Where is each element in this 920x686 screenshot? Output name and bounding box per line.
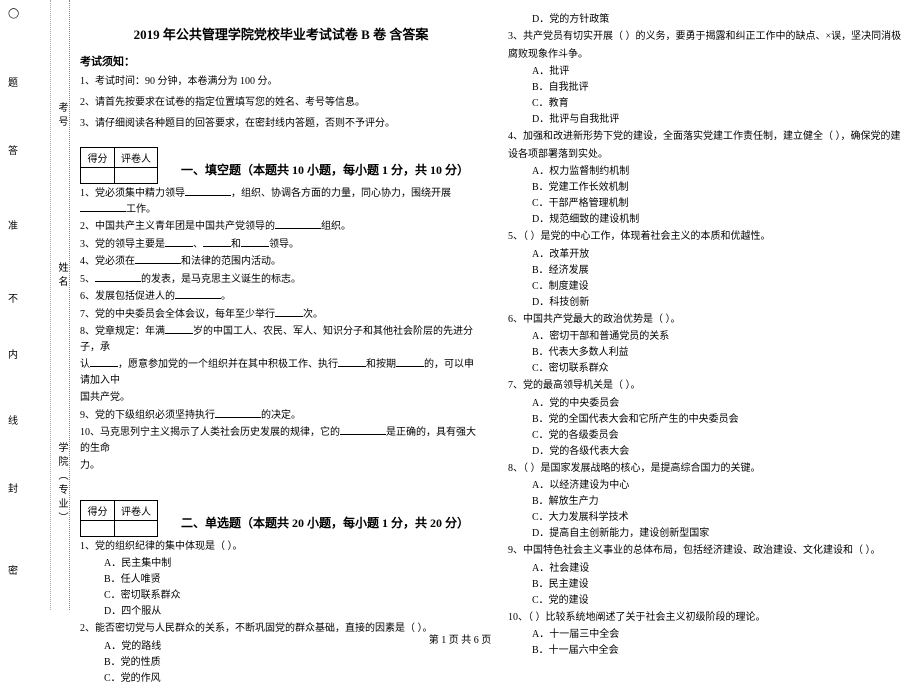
notice-list: 1、考试时间：90 分钟，本卷满分为 100 分。 2、请首先按要求在试卷的指定… (80, 74, 482, 132)
opt: A．权力监督制约机制 (532, 164, 910, 179)
notice-item: 1、考试时间：90 分钟，本卷满分为 100 分。 (80, 74, 482, 90)
binding-field-name: 姓名 (54, 260, 69, 292)
score-cell[interactable] (81, 168, 115, 184)
score-cell[interactable] (81, 520, 115, 536)
opt: D．批评与自我批评 (532, 112, 910, 127)
q: 10、马克思列宁主义揭示了人类社会历史发展的规律，它的是正确的，具有强大的生命 (80, 425, 482, 456)
opt: A．民主集中制 (104, 556, 482, 571)
opt: D．党的各级代表大会 (532, 444, 910, 459)
binding-margin: ◯ 题 答 准 不 内 线 封 密 考号 姓名 学院（专业） (0, 0, 70, 610)
q: 5、的发表，是马克思主义诞生的标志。 (80, 272, 482, 288)
q: 9、中国特色社会主义事业的总体布局，包括经济建设、政治建设、文化建设和（ ）。 (508, 543, 910, 559)
marker-cell[interactable] (115, 168, 158, 184)
opt: A．批评 (532, 64, 910, 79)
opt: B．代表大多数人利益 (532, 345, 910, 360)
opt: C．制度建设 (532, 279, 910, 294)
opt: A．密切干部和普通党员的关系 (532, 329, 910, 344)
marker-cell[interactable] (115, 520, 158, 536)
binding-mark: 线 (8, 410, 18, 429)
q: 8、（ ）是国家发展战略的核心，是提高综合国力的关键。 (508, 461, 910, 477)
opt: B．任人唯贤 (104, 572, 482, 587)
mcq-right: D．党的方针政策 3、共产党员有切实开展（ ）的义务，要勇于揭露和纠正工作中的缺… (508, 12, 910, 658)
q: 6、发展包括促进人的。 (80, 289, 482, 305)
score-label: 得分 (81, 500, 115, 520)
opt: C．党的作风 (104, 671, 482, 686)
section1-title: 一、填空题（本题共 10 小题，每小题 1 分，共 10 分） (168, 161, 482, 178)
page-body: 2019 年公共管理学院党校毕业考试试卷 B 卷 含答案 考试须知： 1、考试时… (80, 10, 910, 605)
marker-label: 评卷人 (115, 148, 158, 168)
opt: D．规范细致的建设机制 (532, 212, 910, 227)
opt: C．党的建设 (532, 593, 910, 608)
binding-mark: 密 (8, 560, 18, 579)
notice-heading: 考试须知： (80, 53, 482, 69)
q: 8、党章规定：年满岁的中国工人、农民、军人、知识分子和其他社会阶层的先进分子，承 (80, 324, 482, 355)
notice-item: 3、请仔细阅读各种题目的回答要求，在密封线内答题，否则不予评分。 (80, 116, 482, 132)
q: 6、中国共产党最大的政治优势是（ ）。 (508, 312, 910, 328)
binding-circle: ◯ (8, 6, 19, 21)
opt: C．教育 (532, 96, 910, 111)
opt: B．民主建设 (532, 577, 910, 592)
opt: D．提高自主创新能力，建设创新型国家 (532, 526, 910, 541)
opt: C．干部严格管理机制 (532, 196, 910, 211)
opt: B．党的全国代表大会和它所产生的中央委员会 (532, 412, 910, 427)
opt: C．密切联系群众 (532, 361, 910, 376)
exam-title: 2019 年公共管理学院党校毕业考试试卷 B 卷 含答案 (80, 24, 482, 43)
binding-mark: 封 (8, 478, 18, 497)
binding-mark: 题 (8, 72, 18, 91)
page-footer: 第 1 页 共 6 页 (0, 631, 920, 646)
binding-mark: 答 (8, 140, 18, 159)
binding-field-id: 考号 (54, 100, 69, 132)
section2-title: 二、单选题（本题共 20 小题，每小题 1 分，共 20 分） (168, 514, 482, 531)
q: 认，愿意参加党的一个组织并在其中积极工作、执行和按期的，可以申请加入中 (80, 357, 482, 388)
q: 2、中国共产主义青年团是中国共产党领导的组织。 (80, 219, 482, 235)
opt: C．党的各级委员会 (532, 428, 910, 443)
opt: A．社会建设 (532, 561, 910, 576)
opt: C．密切联系群众 (104, 588, 482, 603)
opt: B．经济发展 (532, 263, 910, 278)
marker-label: 评卷人 (115, 500, 158, 520)
binding-mark: 不 (8, 288, 18, 307)
q: 1、党的组织纪律的集中体现是（ ）。 (80, 539, 482, 555)
left-column: 2019 年公共管理学院党校毕业考试试卷 B 卷 含答案 考试须知： 1、考试时… (80, 10, 482, 605)
score-box: 得分 评卷人 (80, 147, 158, 184)
binding-field-school: 学院（专业） (54, 440, 69, 528)
opt: A．改革开放 (532, 247, 910, 262)
right-column: D．党的方针政策 3、共产党员有切实开展（ ）的义务，要勇于揭露和纠正工作中的缺… (508, 10, 910, 605)
q: 10、（ ）比较系统地阐述了关于社会主义初级阶段的理论。 (508, 610, 910, 626)
binding-mark: 内 (8, 344, 18, 363)
q: 力。 (80, 458, 482, 474)
q: 3、党的领导主要是、和领导。 (80, 237, 482, 253)
mcq-left: 1、党的组织纪律的集中体现是（ ）。 A．民主集中制 B．任人唯贤 C．密切联系… (80, 539, 482, 686)
q: 4、党必须在和法律的范围内活动。 (80, 254, 482, 270)
score-label: 得分 (81, 148, 115, 168)
q: 9、党的下级组织必须坚持执行的决定。 (80, 408, 482, 424)
opt: A．以经济建设为中心 (532, 478, 910, 493)
q: 5、（ ）是党的中心工作，体现着社会主义的本质和优越性。 (508, 229, 910, 245)
q: 7、党的中央委员会全体会议，每年至少举行次。 (80, 307, 482, 323)
q: 1、党必须集中精力领导，组织、协调各方面的力量，同心协力，围绕开展工作。 (80, 186, 482, 217)
opt: D．四个服从 (104, 604, 482, 619)
opt: B．党建工作长效机制 (532, 180, 910, 195)
score-box: 得分 评卷人 (80, 500, 158, 537)
q: 4、加强和改进新形势下党的建设，全面落实党建工作责任制，建立健全（ ），确保党的… (508, 129, 910, 145)
q: 3、共产党员有切实开展（ ）的义务，要勇于揭露和纠正工作中的缺点、×误，坚决同消… (508, 29, 910, 45)
opt: A．党的中央委员会 (532, 396, 910, 411)
opt: B．自我批评 (532, 80, 910, 95)
q: 7、党的最高领导机关是（ ）。 (508, 378, 910, 394)
q-cont: 腐败现象作斗争。 (508, 47, 910, 63)
q-cont: 设各项部署落到实处。 (508, 147, 910, 163)
opt: B．解放生产力 (532, 494, 910, 509)
opt: D．科技创新 (532, 295, 910, 310)
notice-item: 2、请首先按要求在试卷的指定位置填写您的姓名、考号等信息。 (80, 95, 482, 111)
opt: C．大力发展科学技术 (532, 510, 910, 525)
binding-mark: 准 (8, 215, 18, 234)
fill-blank-questions: 1、党必须集中精力领导，组织、协调各方面的力量，同心协力，围绕开展工作。 2、中… (80, 186, 482, 474)
q: 国共产党。 (80, 390, 482, 406)
opt: D．党的方针政策 (532, 12, 910, 27)
opt: B．党的性质 (104, 655, 482, 670)
